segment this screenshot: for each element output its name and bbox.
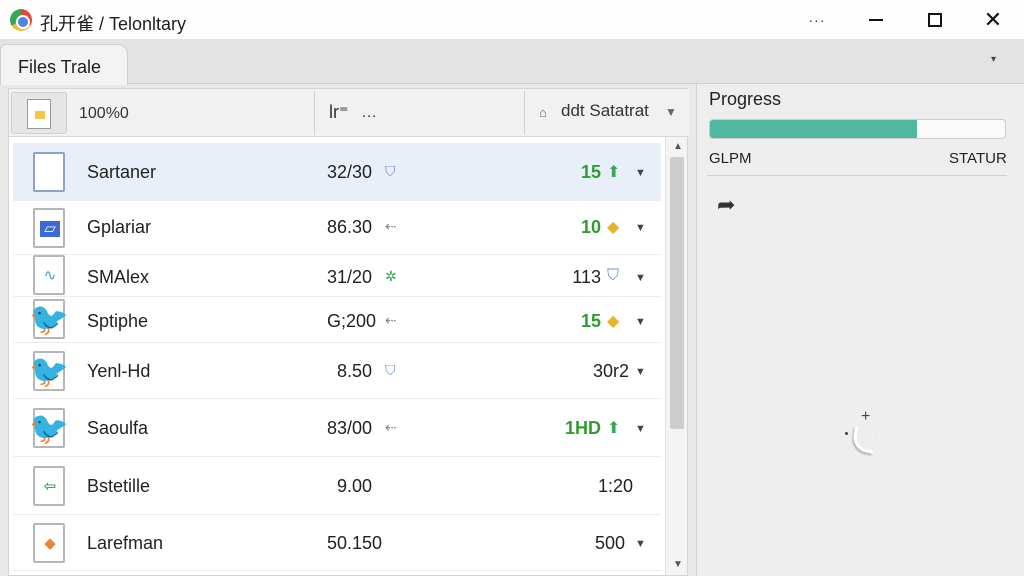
file-count: 113 — [572, 267, 601, 287]
file-row[interactable]: 🐦 Yenl-Hd 8.50 ⛉ 30r2 ▼ — [13, 343, 661, 399]
shield-check-icon: ⛉ — [385, 362, 396, 378]
app-icon — [10, 9, 32, 31]
file-value: 31/20 — [327, 267, 373, 287]
row-dropdown-chevron-icon[interactable]: ▼ — [635, 316, 646, 328]
file-row[interactable]: ⇦ Bstetille 9.00 1:20 — [13, 457, 661, 515]
green-star-icon: ✲ — [385, 268, 397, 284]
file-count: 500 — [594, 533, 625, 553]
more-options-button[interactable]: ··· — [797, 4, 837, 36]
file-value: G;200 — [327, 311, 377, 331]
file-name: Larefman — [87, 533, 164, 553]
diamond-file-icon: ◆ — [29, 519, 69, 567]
sort-icon: ⌂ — [539, 105, 547, 120]
arrow-left-icon: ⇠ — [385, 312, 397, 328]
bird-file-icon: 🐦 — [29, 408, 69, 448]
row-dropdown-chevron-icon[interactable]: ▼ — [635, 272, 646, 284]
header-icon-button[interactable] — [11, 92, 67, 134]
column-header: 100%0 lr⁼ … ⌂ ddt Satatrat ▼ — [9, 89, 689, 137]
close-button[interactable]: ✕ — [973, 4, 1013, 36]
file-row[interactable]: ▱ Gplariar 86.30 ⇠ 10 ◆ ▼ — [13, 201, 661, 255]
file-count: 30r2 — [592, 361, 629, 381]
file-name: Gplariar — [87, 217, 152, 237]
row-dropdown-chevron-icon[interactable]: ▼ — [635, 538, 646, 550]
file-row[interactable]: ∿ SMAlex 31/20 ✲ 113 ⛉ ▼ — [13, 255, 661, 297]
minimize-icon — [869, 19, 883, 21]
tab-label: Files Trale — [18, 57, 102, 77]
column-divider[interactable] — [314, 91, 315, 135]
column-header-size[interactable]: 100%0 — [79, 105, 129, 123]
document-icon — [27, 99, 51, 129]
tab-menu-chevron-icon[interactable]: ▾ — [991, 54, 996, 65]
file-row[interactable]: 🐦 Saoulfa 83/00 ⇠ 1HD ⬆ ▼ — [13, 399, 661, 457]
title-bar: 孔开雀 / Telonltary ··· ✕ — [0, 0, 1024, 40]
tab-files[interactable]: Files Trale — [0, 44, 128, 85]
shield-check-icon: ⛉ — [385, 163, 396, 179]
file-name: Yenl-Hd — [87, 361, 151, 381]
bird-file-icon: 🐦 — [29, 299, 69, 339]
shield-check-icon: ⛉ — [607, 267, 620, 284]
file-count: 1HD — [564, 418, 601, 438]
file-count: 1:20 — [597, 476, 633, 496]
file-row[interactable]: Sartaner 32/30 ⛉ 15 ⬆ ▼ — [13, 143, 661, 201]
scroll-down-icon[interactable]: ▼ — [673, 559, 683, 570]
column-header-more[interactable]: … — [361, 104, 377, 122]
column-divider[interactable] — [524, 91, 525, 135]
file-value: 9.00 — [337, 476, 373, 496]
row-dropdown-chevron-icon[interactable]: ▼ — [635, 167, 646, 179]
busy-spinner-icon: + — [843, 408, 883, 458]
file-name: SMAlex — [87, 267, 150, 287]
progress-left-label: GLPM — [709, 150, 752, 167]
file-list-panel: 100%0 lr⁼ … ⌂ ddt Satatrat ▼ Sartaner 32… — [8, 88, 689, 576]
gold-gem-icon: ◆ — [607, 219, 620, 236]
arrow-left-icon: ⇠ — [385, 218, 397, 234]
share-icon[interactable]: ➦ — [717, 192, 735, 218]
divider — [707, 175, 1007, 176]
progress-bar — [709, 119, 1006, 139]
up-arrow-icon: ⬆ — [607, 164, 621, 181]
row-dropdown-chevron-icon[interactable]: ▼ — [635, 423, 646, 435]
file-value: 8.50 — [337, 361, 373, 381]
back-arrow-file-icon: ⇦ — [29, 462, 69, 510]
scrollbar-thumb[interactable] — [670, 157, 684, 429]
file-value: 83/00 — [327, 418, 373, 438]
file-count: 10 — [580, 217, 601, 237]
file-row[interactable]: 🐦 Sptiphe G;200 ⇠ 15 ◆ ▼ — [13, 297, 661, 343]
window-title: 孔开雀 / Telonltary — [40, 14, 187, 34]
bird-file-icon: 🐦 — [29, 351, 69, 391]
file-name: Sptiphe — [87, 311, 149, 331]
wave-file-icon: ∿ — [29, 251, 69, 299]
maximize-button[interactable] — [915, 4, 955, 36]
gold-gem-icon: ◆ — [607, 313, 620, 330]
progress-panel: Progress GLPM STATUR ➦ + — [696, 84, 1024, 576]
file-count: 15 — [580, 162, 601, 182]
file-value: 86.30 — [327, 217, 373, 237]
file-value: 50.150 — [327, 533, 383, 553]
file-value: 32/30 — [327, 162, 373, 182]
maximize-icon — [928, 13, 942, 27]
row-dropdown-chevron-icon[interactable]: ▼ — [635, 366, 646, 378]
document-icon — [29, 148, 69, 196]
file-name: Sartaner — [87, 162, 157, 182]
vertical-scrollbar[interactable]: ▲ ▼ — [665, 137, 687, 575]
arrow-left-icon: ⇠ — [385, 419, 397, 435]
column-header-value[interactable]: lr⁼ — [329, 102, 349, 123]
up-arrow-icon: ⬆ — [607, 420, 621, 437]
scroll-up-icon[interactable]: ▲ — [673, 141, 683, 152]
sort-arrow-icon[interactable]: ▼ — [665, 105, 677, 119]
row-dropdown-chevron-icon[interactable]: ▼ — [635, 222, 646, 234]
image-file-icon: ▱ — [29, 204, 69, 252]
file-name: Saoulfa — [87, 418, 149, 438]
progress-bar-fill — [710, 120, 917, 138]
progress-title: Progress — [709, 89, 782, 109]
minimize-button[interactable] — [856, 4, 896, 36]
column-header-status[interactable]: ddt Satatrat — [561, 101, 649, 121]
file-row[interactable]: ◆ Larefman 50.150 500 ▼ — [13, 515, 661, 571]
progress-status-label: STATUR — [949, 150, 1007, 167]
tab-strip: Files Trale ▾ — [0, 40, 1024, 85]
file-count: 15 — [580, 311, 601, 331]
file-name: Bstetille — [87, 476, 151, 496]
